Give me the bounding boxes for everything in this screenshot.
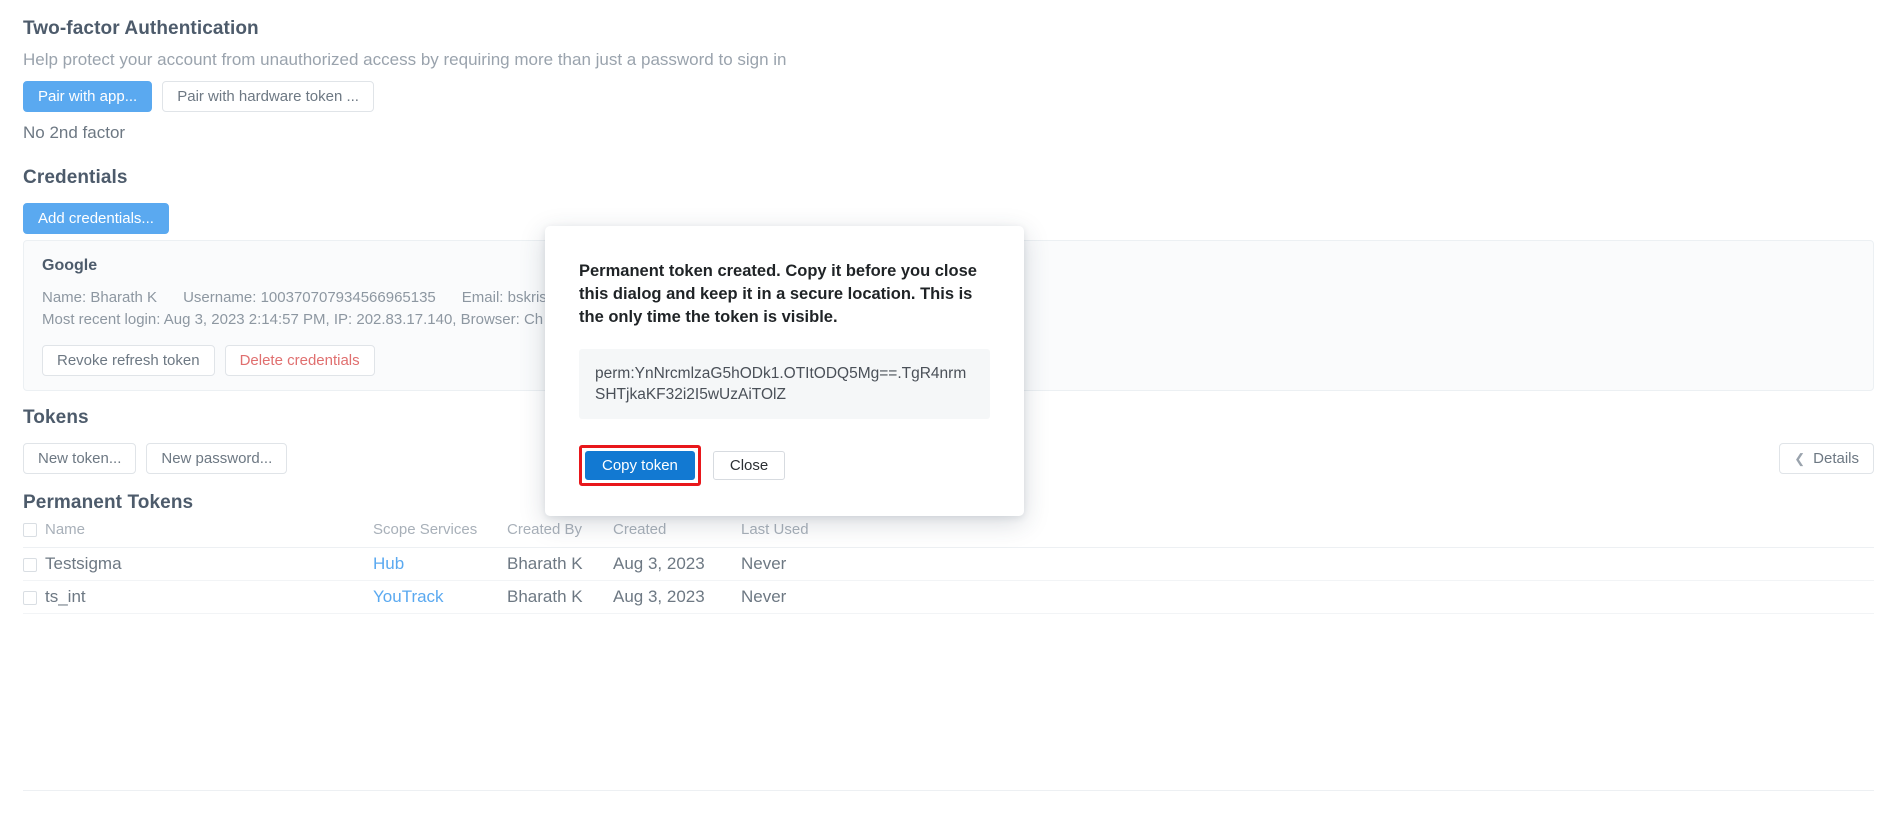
table-header: Name Scope Services Created By Created L… (23, 521, 1874, 548)
permanent-tokens-heading: Permanent Tokens (23, 492, 194, 513)
pair-with-hardware-token-button[interactable]: Pair with hardware token ... (162, 81, 374, 112)
credential-name: Name: Bharath K (42, 289, 158, 306)
new-token-button[interactable]: New token... (23, 443, 137, 474)
copy-token-button[interactable]: Copy token (585, 451, 695, 480)
details-label: Details (1813, 450, 1859, 467)
cell-last-used: Never (741, 547, 1874, 581)
token-value[interactable]: perm:YnNrcmlzaG5hODk1.OTItODQ5Mg==.TgR4n… (579, 349, 990, 419)
row-select-cell (23, 547, 45, 581)
details-toggle-button[interactable]: ❮ Details (1779, 443, 1874, 474)
copy-token-highlight: Copy token (579, 445, 701, 486)
select-all-checkbox[interactable] (23, 523, 37, 538)
credential-username: Username: 100370707934566965135 (183, 289, 436, 306)
close-dialog-button[interactable]: Close (712, 451, 786, 480)
row-select-cell (23, 580, 45, 614)
table-row[interactable]: ts_int YouTrack Bharath K Aug 3, 2023 Ne… (23, 580, 1874, 614)
delete-credentials-button[interactable]: Delete credentials (224, 345, 375, 376)
cell-token-name: Testsigma (45, 547, 373, 581)
table-body: Testsigma Hub Bharath K Aug 3, 2023 Neve… (23, 547, 1874, 614)
scope-service-link[interactable]: Hub (373, 554, 404, 573)
column-header-created-by[interactable]: Created By (507, 521, 613, 548)
scope-service-link[interactable]: YouTrack (373, 587, 444, 606)
cell-created-by: Bharath K (507, 580, 613, 614)
two-factor-status: No 2nd factor (23, 123, 126, 142)
tokens-actions: New token... New password... (23, 443, 288, 474)
dialog-actions: Copy token Close (579, 445, 990, 486)
account-security-page: Two-factor Authentication Help protect y… (0, 0, 1897, 817)
row-checkbox[interactable] (23, 557, 37, 572)
cell-token-name: ts_int (45, 580, 373, 614)
revoke-refresh-token-button[interactable]: Revoke refresh token (42, 345, 215, 376)
row-checkbox[interactable] (23, 590, 37, 605)
permanent-tokens-table: Name Scope Services Created By Created L… (23, 521, 1874, 614)
credential-email: Email: bskrish (461, 289, 556, 306)
cell-last-used: Never (741, 580, 1874, 614)
table-header-row: Name Scope Services Created By Created L… (23, 521, 1874, 548)
tokens-heading: Tokens (23, 407, 89, 428)
select-all-cell (23, 521, 45, 548)
cell-created: Aug 3, 2023 (613, 547, 741, 581)
two-factor-actions: Pair with app... Pair with hardware toke… (23, 81, 374, 112)
table-row[interactable]: Testsigma Hub Bharath K Aug 3, 2023 Neve… (23, 547, 1874, 581)
column-header-created[interactable]: Created (613, 521, 741, 548)
column-header-name[interactable]: Name (45, 521, 373, 548)
cell-scope-service: Hub (373, 547, 507, 581)
column-header-scope-services[interactable]: Scope Services (373, 521, 507, 548)
page-divider (23, 790, 1874, 791)
column-header-last-used[interactable]: Last Used (741, 521, 1874, 548)
two-factor-heading: Two-factor Authentication (23, 18, 259, 39)
cell-created: Aug 3, 2023 (613, 580, 741, 614)
new-password-button[interactable]: New password... (146, 443, 288, 474)
cell-created-by: Bharath K (507, 547, 613, 581)
credentials-heading: Credentials (23, 167, 128, 188)
cell-scope-service: YouTrack (373, 580, 507, 614)
chevron-left-icon: ❮ (1794, 450, 1806, 466)
dialog-message: Permanent token created. Copy it before … (579, 262, 977, 326)
permanent-token-created-dialog: Permanent token created. Copy it before … (545, 226, 1024, 516)
pair-with-app-button[interactable]: Pair with app... (23, 81, 153, 112)
two-factor-description: Help protect your account from unauthori… (23, 50, 787, 69)
add-credentials-button[interactable]: Add credentials... (23, 203, 169, 234)
